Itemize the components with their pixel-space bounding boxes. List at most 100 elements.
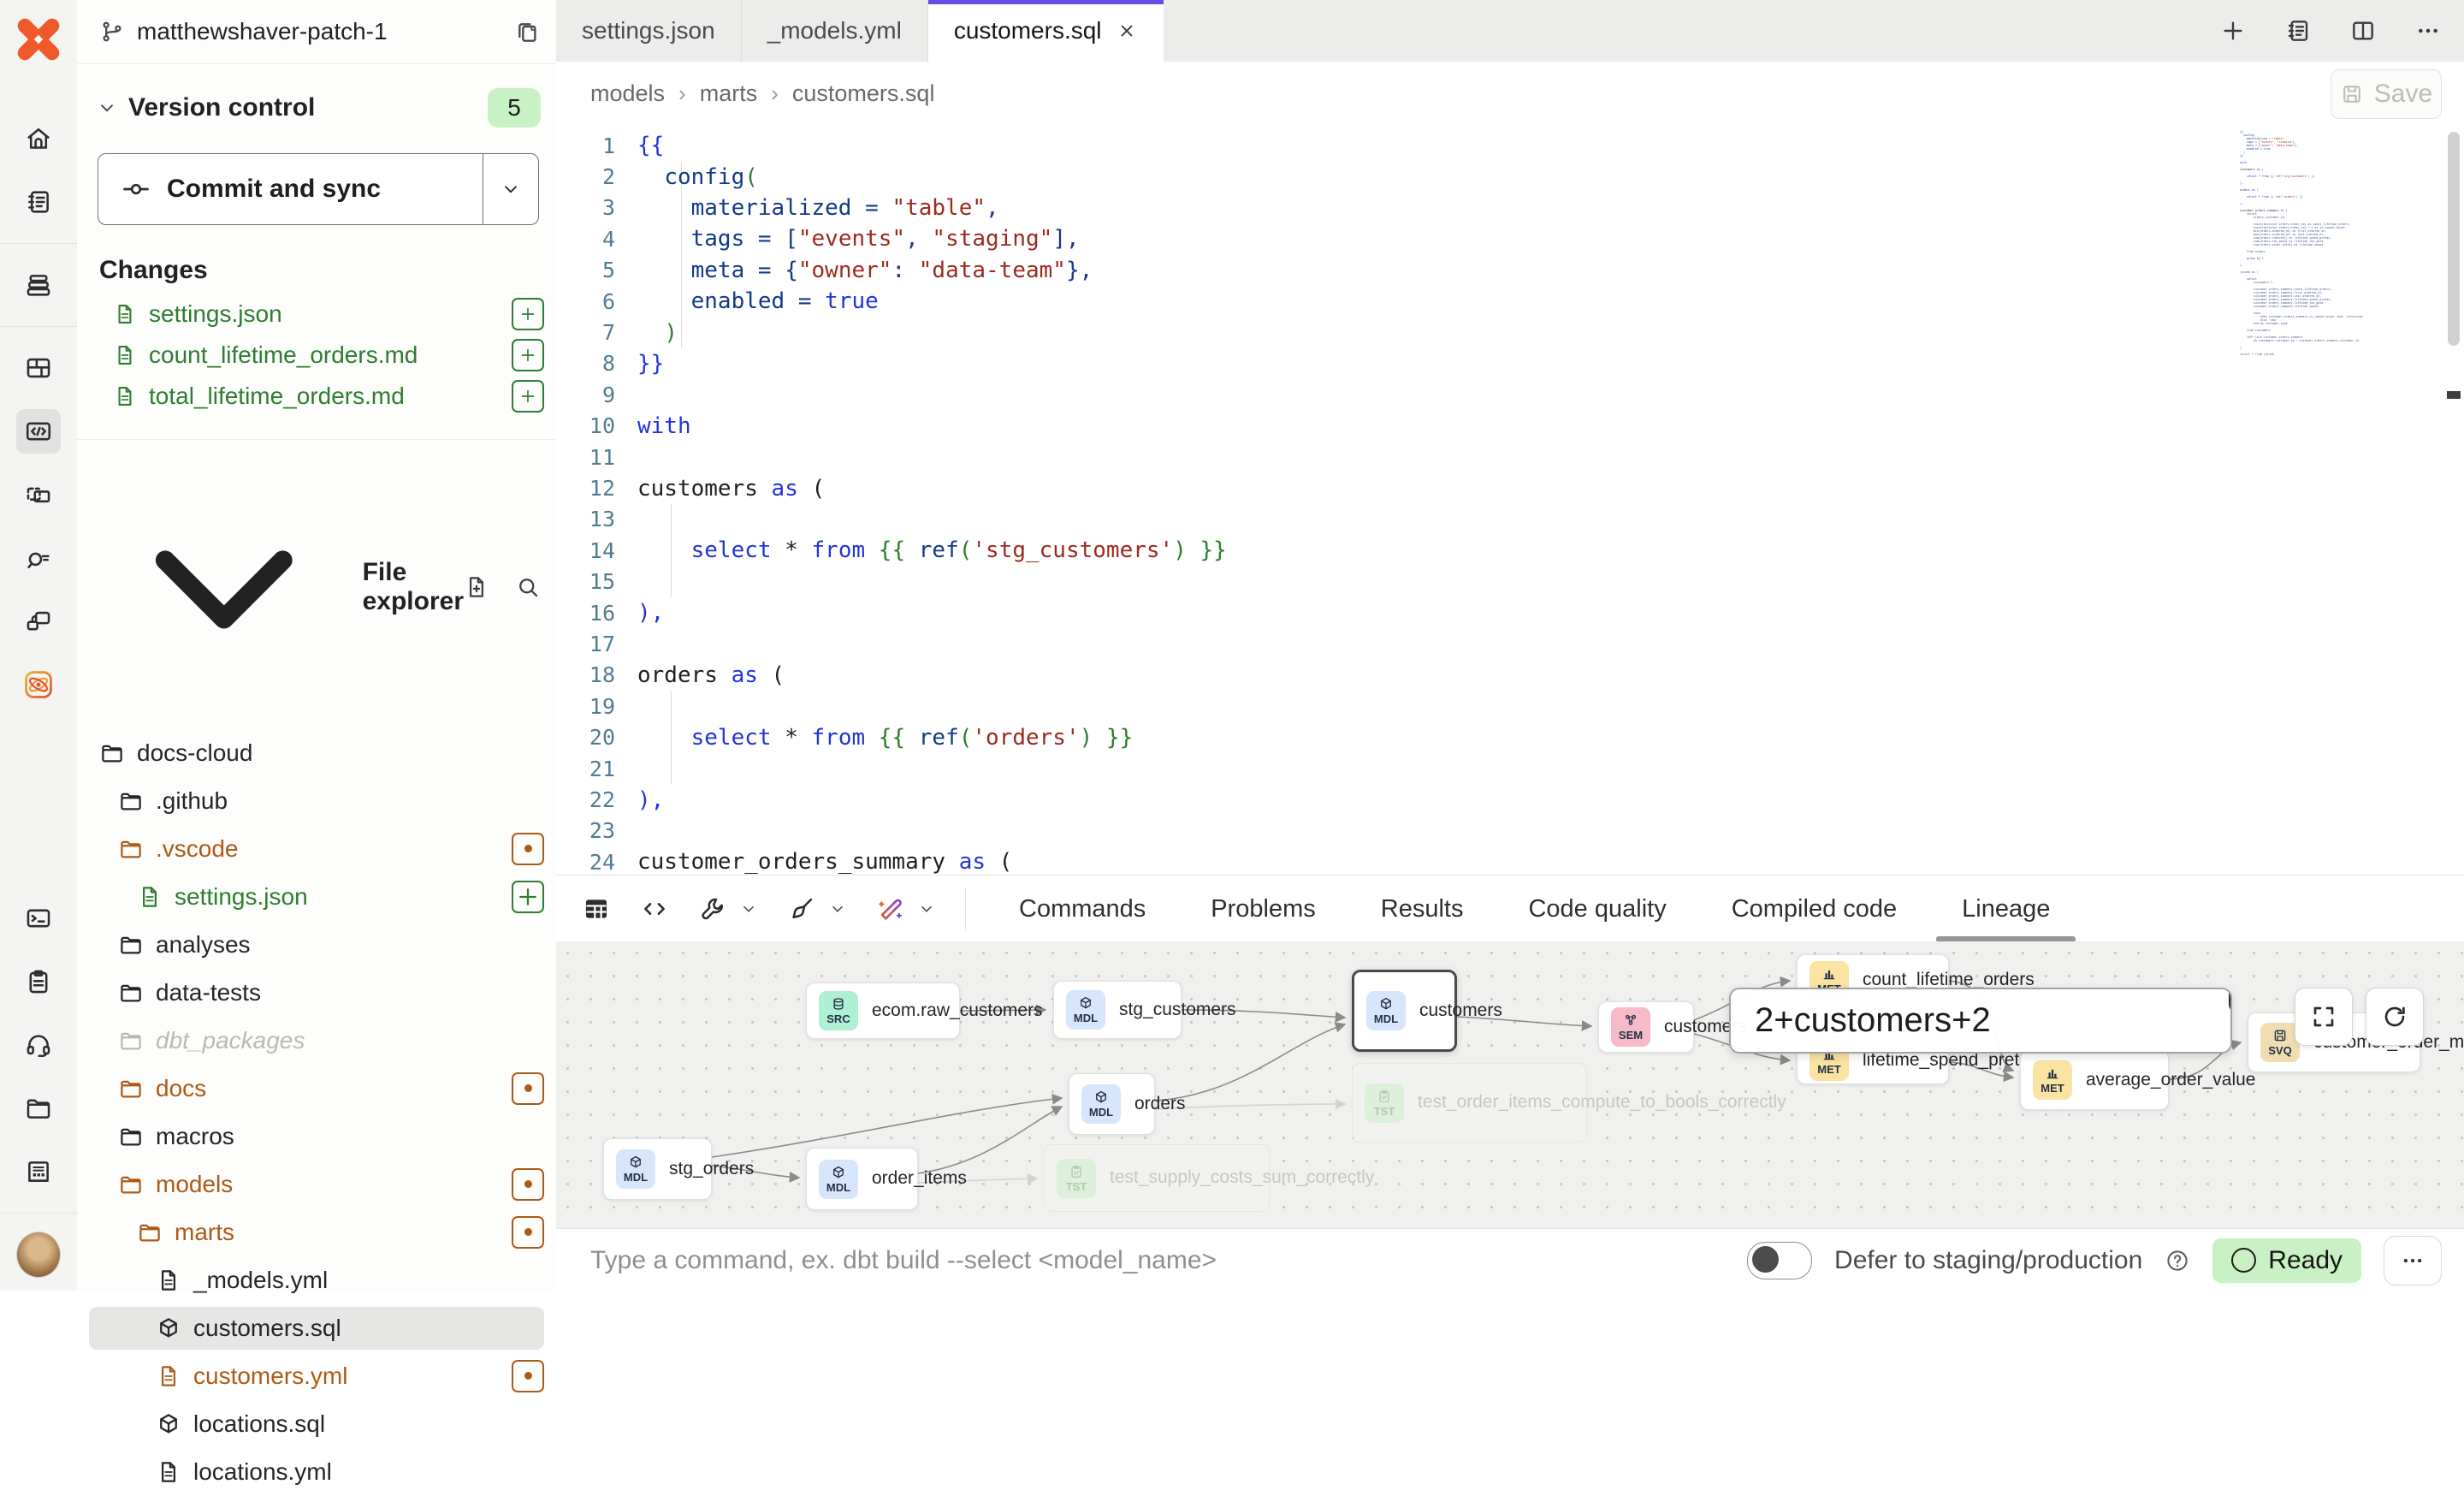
rail-item-develop[interactable] xyxy=(16,409,61,454)
tree-item-customers.sql[interactable]: customers.sql xyxy=(77,1304,556,1352)
close-tab-icon[interactable] xyxy=(1116,20,1138,42)
rail-item-docs[interactable] xyxy=(16,180,61,224)
results-table-icon[interactable] xyxy=(582,894,611,923)
chevron-down-icon[interactable] xyxy=(917,899,936,918)
code-line-10[interactable]: 10with xyxy=(556,411,2464,442)
breadcrumb-item[interactable]: marts xyxy=(700,80,758,107)
code-line-11[interactable]: 11 xyxy=(556,442,2464,472)
code-line-19[interactable]: 19 xyxy=(556,691,2464,721)
more-options-icon[interactable] xyxy=(2414,17,2442,45)
tree-item-macros[interactable]: macros xyxy=(77,1113,556,1161)
chevron-down-icon[interactable] xyxy=(739,899,758,918)
file-explorer-header[interactable]: File explorer xyxy=(77,440,556,724)
tree-item-customers.yml[interactable]: customers.yml xyxy=(77,1352,556,1400)
stage-file-button[interactable] xyxy=(512,339,544,371)
breadcrumb-item[interactable]: models xyxy=(590,80,665,107)
rail-item-apps[interactable] xyxy=(16,599,61,644)
rail-item-tasks[interactable] xyxy=(16,959,61,1004)
commit-and-sync-button[interactable]: Commit and sync xyxy=(98,153,539,225)
new-file-icon[interactable] xyxy=(464,574,489,600)
changed-file-row[interactable]: total_lifetime_orders.md xyxy=(77,376,556,417)
stage-file-button[interactable] xyxy=(512,380,544,413)
tree-item-.github[interactable]: .github xyxy=(77,777,556,825)
lineage-node-customers[interactable]: MDLcustomers xyxy=(1352,970,1457,1052)
code-line-5[interactable]: 5 meta = {"owner": "data-team"}, xyxy=(556,255,2464,286)
breadcrumb-item[interactable]: customers.sql xyxy=(792,80,935,107)
code-line-3[interactable]: 3 materialized = "table", xyxy=(556,193,2464,223)
new-tab-icon[interactable] xyxy=(2219,17,2247,45)
panel-tab-results[interactable]: Results xyxy=(1376,876,1469,942)
tree-item-models[interactable]: models xyxy=(77,1161,556,1208)
build-tools-icon[interactable] xyxy=(698,894,727,923)
code-line-4[interactable]: 4 tags = ["events", "staging"], xyxy=(556,223,2464,254)
code-line-9[interactable]: 9 xyxy=(556,379,2464,410)
command-input[interactable]: Type a command, ex. dbt build --select <… xyxy=(590,1246,1747,1275)
save-button[interactable]: Save xyxy=(2331,69,2442,119)
code-line-21[interactable]: 21 xyxy=(556,753,2464,784)
split-editor-icon[interactable] xyxy=(2349,17,2377,45)
lineage-node-customers_sem[interactable]: SEMcustomers xyxy=(1598,1001,1694,1053)
rail-item-catalog[interactable] xyxy=(16,662,61,707)
rail-item-canvas[interactable] xyxy=(16,472,61,517)
lineage-node-test_order_items[interactable]: TSTtest_order_items_compute_to_bools_cor… xyxy=(1352,1063,1587,1143)
rail-item-environments[interactable] xyxy=(16,263,61,307)
panel-tab-code-quality[interactable]: Code quality xyxy=(1523,876,1671,942)
code-line-2[interactable]: 2 config( xyxy=(556,161,2464,192)
code-line-16[interactable]: 16), xyxy=(556,597,2464,628)
code-line-18[interactable]: 18orders as ( xyxy=(556,660,2464,691)
rail-item-support[interactable] xyxy=(16,1023,61,1067)
code-line-13[interactable]: 13 xyxy=(556,504,2464,535)
editor-tab-settings.json[interactable]: settings.json xyxy=(556,0,742,62)
lineage-selector-input[interactable] xyxy=(1731,989,2195,1052)
tree-item-settings.json[interactable]: settings.json xyxy=(77,873,556,921)
rail-item-account[interactable] xyxy=(16,1232,61,1277)
code-line-17[interactable]: 17 xyxy=(556,628,2464,659)
search-icon[interactable] xyxy=(515,574,541,600)
commit-options-caret[interactable] xyxy=(483,154,538,224)
rail-item-terminal[interactable] xyxy=(16,896,61,941)
lineage-node-orders[interactable]: MDLorders xyxy=(1069,1073,1155,1135)
tree-item-data-tests[interactable]: data-tests xyxy=(77,969,556,1017)
lineage-node-stg_orders[interactable]: MDLstg_orders xyxy=(603,1138,712,1200)
panel-tab-problems[interactable]: Problems xyxy=(1205,876,1321,942)
code-preview-icon[interactable] xyxy=(640,894,669,923)
chevron-down-icon[interactable] xyxy=(828,899,847,918)
scrollbar-thumb[interactable] xyxy=(2448,132,2460,346)
changed-file-row[interactable]: settings.json xyxy=(77,294,556,335)
code-line-24[interactable]: 24customer_orders_summary as ( xyxy=(556,846,2464,875)
editor-tab-_models.yml[interactable]: _models.yml xyxy=(742,0,928,62)
code-line-15[interactable]: 15 xyxy=(556,567,2464,597)
minimap[interactable]: {{ config( materialized = "table", tags … xyxy=(2240,130,2385,356)
tree-item-_models.yml[interactable]: _models.yml xyxy=(77,1256,556,1304)
panel-tab-lineage[interactable]: Lineage xyxy=(1957,876,2055,942)
rail-item-home[interactable] xyxy=(16,116,61,161)
defer-toggle[interactable] xyxy=(1747,1242,1812,1279)
lineage-canvas[interactable]: SRCecom.raw_customers MDLstg_customers MDL… xyxy=(556,941,2464,1228)
tree-item-locations.sql[interactable]: locations.sql xyxy=(77,1400,556,1448)
rail-item-organization[interactable] xyxy=(16,1149,61,1194)
code-line-23[interactable]: 23 xyxy=(556,816,2464,846)
rail-item-projects[interactable] xyxy=(16,1086,61,1131)
code-line-1[interactable]: 1{{ xyxy=(556,130,2464,161)
stage-file-button[interactable] xyxy=(512,298,544,330)
lineage-node-average_order_value[interactable]: METaverage_order_value xyxy=(2020,1050,2169,1110)
lineage-node-stg_customers[interactable]: MDLstg_customers xyxy=(1053,981,1182,1039)
panel-tab-compiled-code[interactable]: Compiled code xyxy=(1727,876,1902,942)
dbt-logo[interactable] xyxy=(0,0,77,79)
panel-tab-commands[interactable]: Commands xyxy=(1014,876,1151,942)
version-control-header[interactable]: Version control 5 xyxy=(77,64,556,134)
rail-item-dashboard[interactable] xyxy=(16,346,61,390)
code-line-14[interactable]: 14 select * from {{ ref('stg_customers')… xyxy=(556,535,2464,566)
code-line-22[interactable]: 22), xyxy=(556,784,2464,815)
lineage-node-ecom.raw_customers[interactable]: SRCecom.raw_customers xyxy=(806,982,960,1039)
code-editor[interactable]: 1{{2 config(3 materialized = "table",4 t… xyxy=(556,125,2464,875)
code-line-7[interactable]: 7 ) xyxy=(556,317,2464,347)
update-graph-button[interactable]: Update Graph xyxy=(2195,989,2232,1052)
tree-item-.vscode[interactable]: .vscode xyxy=(77,825,556,873)
tree-item-dbt_packages[interactable]: dbt_packages xyxy=(77,1017,556,1065)
tree-item-analyses[interactable]: analyses xyxy=(77,921,556,969)
help-icon[interactable] xyxy=(2165,1248,2190,1273)
fullscreen-button[interactable] xyxy=(2295,988,2353,1046)
tree-item-locations.yml[interactable]: locations.yml xyxy=(77,1448,556,1496)
changed-file-row[interactable]: count_lifetime_orders.md xyxy=(77,335,556,376)
